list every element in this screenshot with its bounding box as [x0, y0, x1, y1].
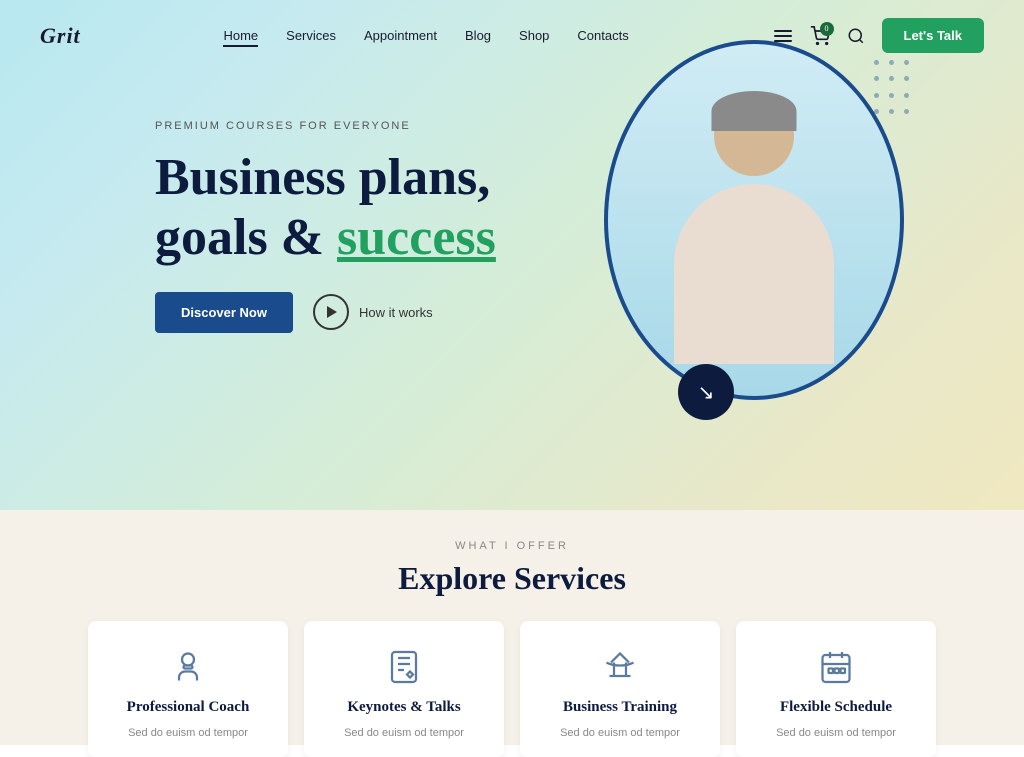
keynotes-icon: [382, 645, 426, 689]
coach-desc: Sed do euism od tempor: [128, 726, 248, 741]
logo: Grit: [40, 23, 81, 49]
services-cards: Professional Coach Sed do euism od tempo…: [40, 621, 984, 757]
schedule-icon: [814, 645, 858, 689]
service-card-schedule: Flexible Schedule Sed do euism od tempor: [736, 621, 936, 757]
lets-talk-button[interactable]: Let's Talk: [882, 18, 984, 53]
hero-title-highlight: success: [337, 209, 496, 266]
hamburger-icon[interactable]: [772, 28, 794, 44]
cart-icon[interactable]: 0: [810, 26, 830, 46]
service-card-coach: Professional Coach Sed do euism od tempo…: [88, 621, 288, 757]
hero-title-line1: Business plans,: [155, 149, 490, 206]
nav-home[interactable]: Home: [223, 28, 258, 47]
keynotes-desc: Sed do euism od tempor: [344, 726, 464, 741]
hero-section: Grit Home Services Appointment Blog Shop…: [0, 0, 1024, 510]
arrow-circle-button[interactable]: [678, 364, 734, 420]
hero-title-line2: goals &: [155, 209, 324, 266]
how-it-works-text: How it works: [359, 305, 433, 320]
person-figure: [634, 76, 874, 396]
coach-name: Professional Coach: [127, 699, 250, 716]
hero-portrait: [604, 40, 904, 400]
person-head: [714, 96, 794, 176]
training-name: Business Training: [563, 699, 677, 716]
nav-appointment[interactable]: Appointment: [364, 28, 437, 43]
service-card-keynotes: Keynotes & Talks Sed do euism od tempor: [304, 621, 504, 757]
schedule-desc: Sed do euism od tempor: [776, 726, 896, 741]
how-it-works-button[interactable]: How it works: [313, 294, 433, 330]
training-desc: Sed do euism od tempor: [560, 726, 680, 741]
person-image: [608, 44, 900, 396]
search-icon[interactable]: [846, 26, 866, 46]
person-body: [674, 184, 834, 364]
nav-shop[interactable]: Shop: [519, 28, 549, 43]
hero-subtitle: Premium Courses for Everyone: [155, 120, 496, 132]
services-label: What I Offer: [455, 540, 569, 552]
training-icon: [598, 645, 642, 689]
nav-right: 0 Let's Talk: [772, 18, 984, 53]
nav-services[interactable]: Services: [286, 28, 336, 43]
hero-content: Premium Courses for Everyone Business pl…: [155, 120, 496, 333]
cart-badge: 0: [820, 22, 834, 36]
nav-blog[interactable]: Blog: [465, 28, 491, 43]
person-hair: [712, 91, 797, 131]
navbar: Grit Home Services Appointment Blog Shop…: [0, 0, 1024, 71]
hero-buttons: Discover Now How it works: [155, 292, 496, 333]
coach-icon: [166, 645, 210, 689]
keynotes-name: Keynotes & Talks: [347, 699, 460, 716]
services-title: Explore Services: [398, 560, 626, 597]
discover-now-button[interactable]: Discover Now: [155, 292, 293, 333]
services-section: What I Offer Explore Services Profession…: [0, 510, 1024, 745]
hero-title: Business plans, goals & success: [155, 148, 496, 268]
play-icon[interactable]: [313, 294, 349, 330]
nav-contacts[interactable]: Contacts: [577, 28, 628, 43]
nav-links: Home Services Appointment Blog Shop Cont…: [223, 27, 628, 45]
hero-image-area: [604, 40, 904, 400]
service-card-training: Business Training Sed do euism od tempor: [520, 621, 720, 757]
schedule-name: Flexible Schedule: [780, 699, 892, 716]
